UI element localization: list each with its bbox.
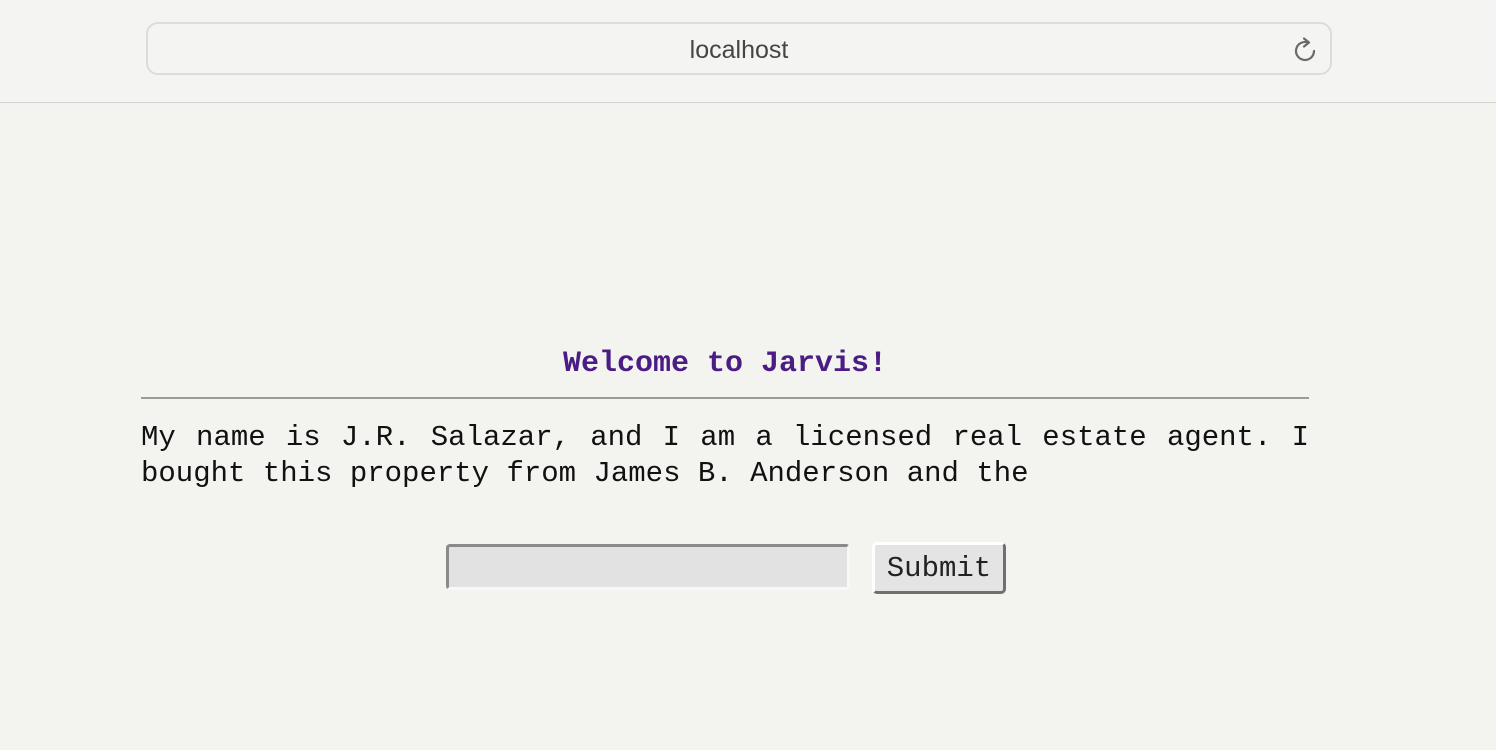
main-content: Welcome to Jarvis! My name is J.R. Salaz…: [141, 340, 1309, 490]
answer-input[interactable]: [446, 544, 850, 590]
url-text: localhost: [689, 36, 789, 64]
divider: [141, 397, 1309, 399]
story-text: My name is J.R. Salazar, and I am a lice…: [141, 421, 1309, 490]
page-title: Welcome to Jarvis!: [562, 347, 888, 381]
submit-button[interactable]: Submit: [872, 542, 1006, 594]
address-bar[interactable]: localhost: [146, 22, 1332, 75]
reload-icon[interactable]: [1290, 36, 1320, 66]
browser-toolbar: localhost: [0, 0, 1496, 103]
